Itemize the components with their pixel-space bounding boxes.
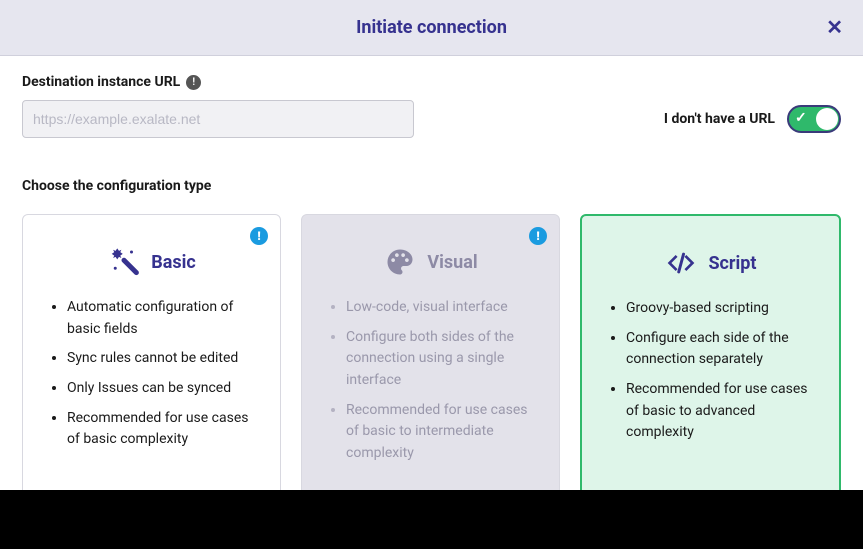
modal-title: Initiate connection [356,17,507,38]
list-item: Configure each side of the connection se… [626,328,821,371]
list-item: Sync rules cannot be edited [67,348,262,370]
card-features-basic: Automatic configuration of basic fields … [41,297,262,451]
code-icon [664,246,698,280]
list-item: Recommended for use cases of basic to in… [346,400,541,465]
card-features-script: Groovy-based scripting Configure each si… [600,298,821,444]
card-header-script: Script [600,246,821,280]
list-item: Recommended for use cases of basic compl… [67,408,262,451]
close-button[interactable]: ✕ [826,18,843,38]
list-item: Recommended for use cases of basic to ad… [626,379,821,444]
card-header-visual: Visual [320,245,541,279]
card-title-basic: Basic [151,252,196,273]
list-item: Groovy-based scripting [626,298,821,320]
initiate-connection-modal: Initiate connection ✕ Destination instan… [0,0,863,490]
no-url-label: I don't have a URL [664,111,775,127]
wand-icon [107,245,141,279]
card-title-visual: Visual [427,252,477,273]
url-field-label: Destination instance URL [22,74,180,90]
url-row: I don't have a URL ✓ [22,100,841,138]
url-label-row: Destination instance URL ! [22,74,841,90]
config-cards-row: ! Basic Automatic configuration of basic… [22,214,841,490]
list-item: Automatic configuration of basic fields [67,297,262,340]
config-card-visual: ! Visual Low-code, visual interface Conf… [301,214,560,490]
destination-url-input[interactable] [22,100,414,138]
palette-icon [383,245,417,279]
list-item: Configure both sides of the connection u… [346,327,541,392]
alert-icon[interactable]: ! [529,227,547,245]
modal-header: Initiate connection ✕ [0,0,863,56]
card-features-visual: Low-code, visual interface Configure bot… [320,297,541,465]
info-icon[interactable]: ! [186,75,201,90]
card-header-basic: Basic [41,245,262,279]
list-item: Only Issues can be synced [67,378,262,400]
config-type-label: Choose the configuration type [22,178,841,194]
no-url-toggle[interactable]: ✓ [787,105,841,133]
config-card-basic[interactable]: ! Basic Automatic configuration of basic… [22,214,281,490]
list-item: Low-code, visual interface [346,297,541,319]
config-card-script[interactable]: Script Groovy-based scripting Configure … [580,214,841,490]
card-title-script: Script [708,253,756,274]
modal-body: Destination instance URL ! I don't have … [0,56,863,490]
close-icon: ✕ [826,17,843,39]
no-url-group: I don't have a URL ✓ [664,105,841,133]
alert-icon[interactable]: ! [250,227,268,245]
toggle-knob [816,108,838,130]
check-icon: ✓ [795,110,807,126]
